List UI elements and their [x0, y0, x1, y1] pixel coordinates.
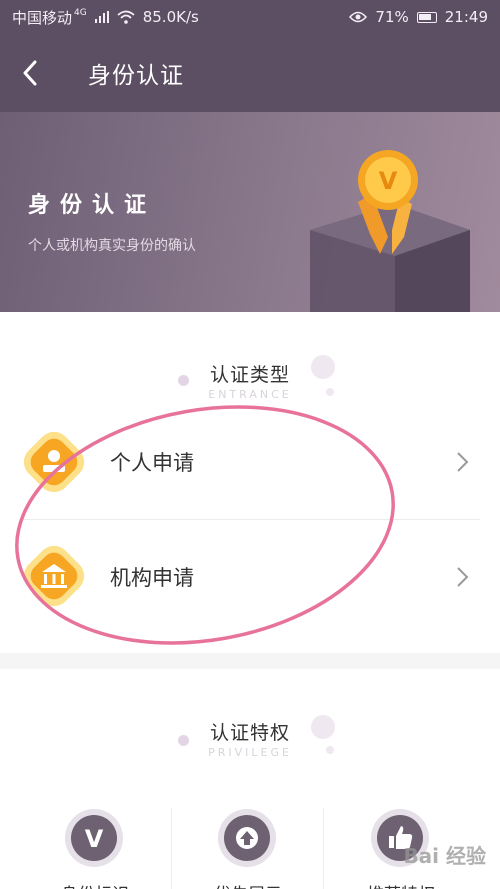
- decor-dot: [326, 388, 334, 396]
- auth-type-header: 认证类型 ENTRANCE: [0, 360, 500, 401]
- privilege-label: 推荐特权: [326, 880, 476, 889]
- privilege-identity[interactable]: V 身份标识: [20, 808, 170, 889]
- decor-dot: [326, 746, 334, 754]
- banner-subtitle: 个人或机构真实身份的确认: [28, 238, 196, 254]
- back-button[interactable]: [0, 34, 60, 112]
- privilege-title: 认证特权: [209, 722, 290, 744]
- list-item-label: 个人申请: [110, 451, 194, 475]
- nav-bar: 身份认证: [0, 34, 500, 112]
- decor-dot: [311, 355, 335, 379]
- network-type: 4G: [74, 8, 87, 18]
- carrier-label: 中国移动: [12, 8, 73, 27]
- auth-type-subtitle: ENTRANCE: [208, 388, 292, 401]
- network-speed: 85.0K/s: [142, 8, 199, 26]
- privilege-label: 身份标识: [20, 880, 170, 889]
- svg-text:V: V: [379, 167, 398, 195]
- status-left: 中国移动 4G 85.0K/s: [12, 7, 199, 28]
- banner: 身份认证 个人或机构真实身份的确认 V: [0, 112, 500, 312]
- decor-dot: [311, 715, 335, 739]
- chevron-left-icon: [23, 60, 37, 86]
- decor-dot: [178, 375, 189, 386]
- status-bar: 中国移动 4G 85.0K/s 71% 21:49: [0, 0, 500, 34]
- chevron-right-icon: [457, 567, 469, 587]
- arrow-up-icon: [218, 809, 276, 867]
- privilege-priority[interactable]: 优先展示: [173, 808, 323, 889]
- chevron-right-icon: [457, 452, 469, 472]
- signal-icon: [94, 11, 109, 23]
- privilege-header: 认证特权 PRIVILEGE: [0, 718, 500, 759]
- v-badge-icon: V: [65, 809, 123, 867]
- svg-text:V: V: [85, 825, 104, 853]
- banner-title: 身份认证: [28, 193, 157, 218]
- battery-icon: [416, 11, 437, 23]
- watermark-logo: Bai 经验: [403, 844, 486, 868]
- status-right: 71% 21:49: [349, 8, 488, 26]
- divider: [171, 808, 172, 889]
- privilege-subtitle: PRIVILEGE: [208, 746, 292, 759]
- list-item-personal[interactable]: 个人申请: [0, 405, 500, 519]
- list-item-institution[interactable]: 机构申请: [0, 520, 500, 634]
- list-item-label: 机构申请: [110, 566, 194, 590]
- wifi-icon: [117, 10, 135, 24]
- auth-type-title: 认证类型: [209, 364, 290, 386]
- clock: 21:49: [444, 8, 488, 26]
- institution-icon: [23, 545, 85, 607]
- battery-percent: 71%: [375, 8, 409, 26]
- eye-icon: [349, 11, 368, 23]
- decor-dot: [178, 735, 189, 746]
- privilege-label: 优先展示: [173, 880, 323, 889]
- page-title: 身份认证: [88, 63, 184, 89]
- person-card-icon: [23, 431, 85, 493]
- section-gap: [0, 653, 500, 669]
- medal-box-illustration: V: [310, 150, 470, 312]
- divider: [323, 808, 324, 889]
